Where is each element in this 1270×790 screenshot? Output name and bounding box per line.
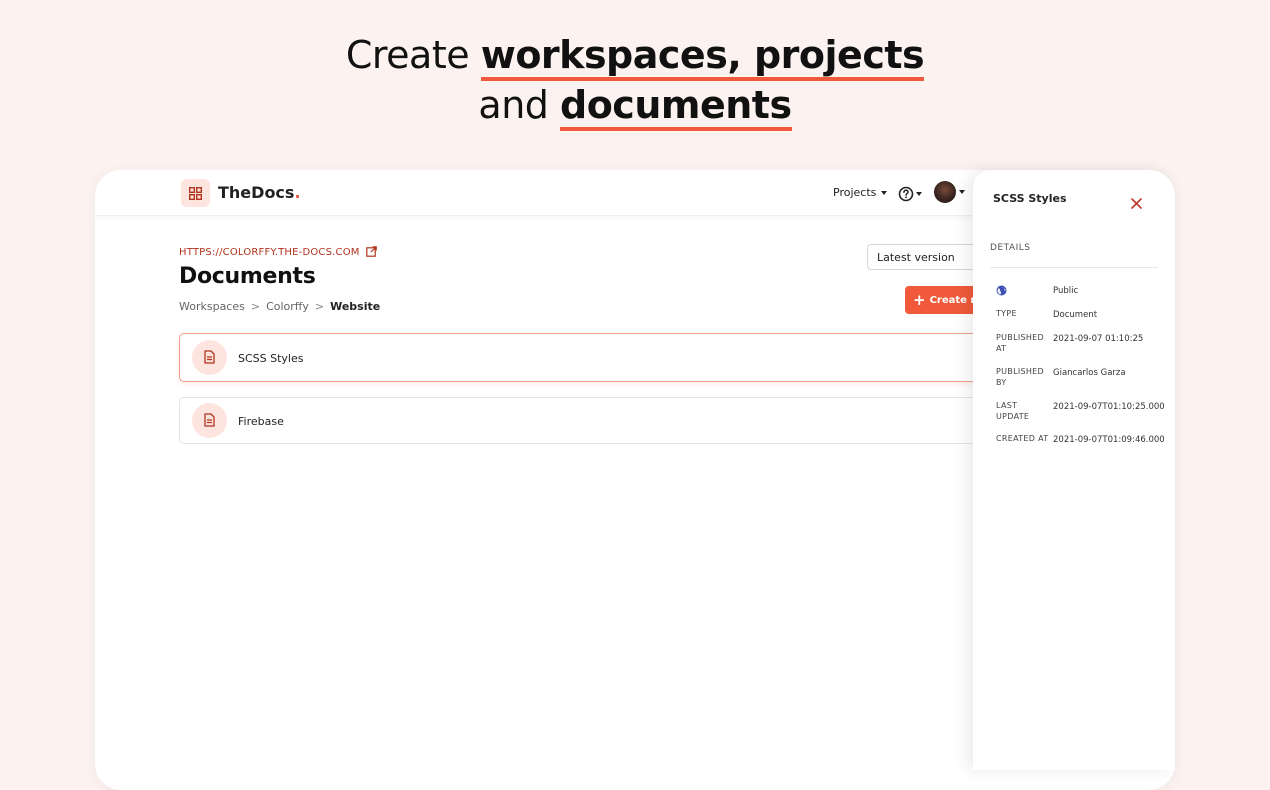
detail-value-last-update: 2021-09-07T01:10:25.000 xyxy=(1053,402,1165,412)
help-dropdown[interactable] xyxy=(898,183,922,202)
brand-name[interactable]: TheDocs. xyxy=(218,183,301,202)
hero-text: Create xyxy=(345,33,470,77)
drawer-title: SCSS Styles xyxy=(993,192,1067,205)
document-row-firebase[interactable]: Firebase xyxy=(179,397,1004,444)
page-title: Documents xyxy=(179,264,316,289)
hero-text: and xyxy=(478,83,549,127)
globe-icon xyxy=(996,285,1007,296)
help-icon xyxy=(898,186,914,201)
hero-highlight: documents xyxy=(560,83,792,131)
projects-label: Projects xyxy=(833,186,877,199)
detail-key-published-by: PUBLISHED BY xyxy=(996,367,1044,387)
avatar xyxy=(934,181,956,203)
document-icon xyxy=(204,413,215,427)
document-icon xyxy=(204,350,215,364)
hero-highlight: workspaces, projects xyxy=(480,33,925,81)
document-row-scss-styles[interactable]: SCSS Styles xyxy=(179,333,1004,382)
detail-value-published-by: Giancarlos Garza xyxy=(1053,368,1126,378)
visibility-value: Public xyxy=(1053,286,1079,296)
breadcrumb-separator: > xyxy=(250,300,261,313)
details-section-label: DETAILS xyxy=(990,243,1031,253)
detail-key-published-at: PUBLISHED AT xyxy=(996,333,1044,353)
brand-text: TheDocs xyxy=(218,183,295,202)
breadcrumb-colorffy[interactable]: Colorffy xyxy=(266,300,309,313)
breadcrumb-current: Website xyxy=(330,300,381,313)
chevron-down-icon xyxy=(881,191,888,195)
document-name: Firebase xyxy=(238,415,284,428)
workspace-url-link[interactable]: HTTPS://COLORFFY.THE-DOCS.COM xyxy=(179,246,377,258)
close-icon xyxy=(1131,198,1142,209)
user-menu[interactable] xyxy=(934,181,965,203)
grid-icon xyxy=(189,187,202,200)
document-icon-badge xyxy=(192,403,227,438)
plus-icon: + xyxy=(913,291,926,309)
logo[interactable] xyxy=(181,179,210,207)
detail-key-type: TYPE xyxy=(996,309,1017,318)
version-select[interactable]: Latest version xyxy=(867,244,987,270)
hero-line-2: and documents xyxy=(0,80,1270,131)
breadcrumb-workspaces[interactable]: Workspaces xyxy=(179,300,245,313)
breadcrumb-separator: > xyxy=(314,300,325,313)
projects-dropdown[interactable]: Projects xyxy=(833,186,888,199)
hero-line-1: Create workspaces, projects xyxy=(0,30,1270,81)
detail-value-created-at: 2021-09-07T01:09:46.000 xyxy=(1053,435,1165,445)
brand-dot: . xyxy=(294,183,301,202)
document-name: SCSS Styles xyxy=(238,352,304,365)
create-button-label: Create n xyxy=(929,295,978,306)
chevron-down-icon xyxy=(959,190,965,194)
detail-key-created-at: CREATED AT xyxy=(996,434,1049,443)
detail-key-last-update: LAST UPDATE xyxy=(996,401,1030,421)
hero-heading: Create workspaces, projects and document… xyxy=(0,30,1270,131)
close-button[interactable] xyxy=(1131,194,1142,213)
document-icon-badge xyxy=(192,340,227,375)
detail-value-published-at: 2021-09-07 01:10:25 xyxy=(1053,334,1144,344)
chevron-down-icon xyxy=(916,191,922,196)
details-drawer: SCSS Styles DETAILS Public TYPE Document… xyxy=(973,170,1175,770)
detail-value-type: Document xyxy=(1053,310,1098,320)
workspace-url: HTTPS://COLORFFY.THE-DOCS.COM xyxy=(179,247,360,258)
external-link-icon xyxy=(366,246,377,257)
divider xyxy=(990,267,1158,268)
breadcrumb: Workspaces > Colorffy > Website xyxy=(179,300,380,313)
